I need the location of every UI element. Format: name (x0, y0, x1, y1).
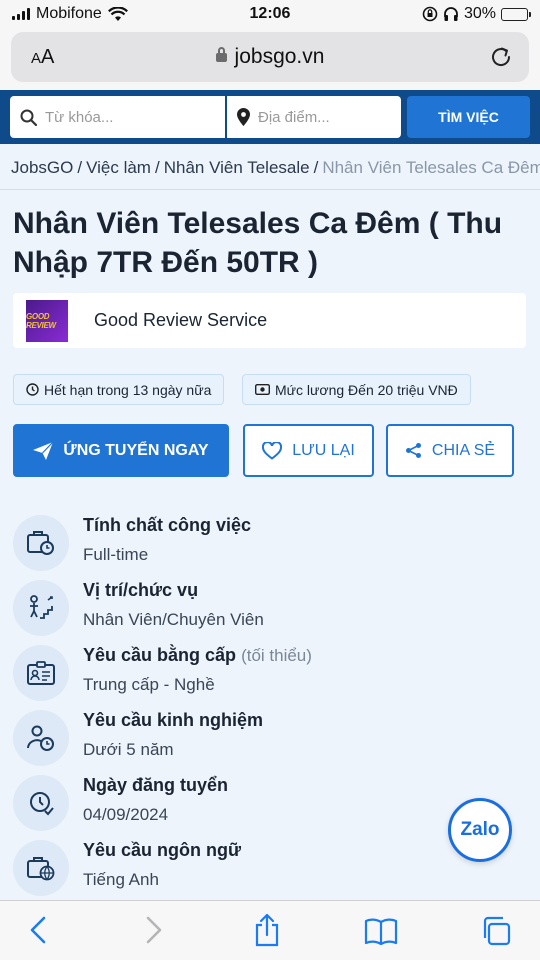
detail-label: Yêu cầu ngôn ngữ (83, 840, 242, 860)
position-icon (13, 580, 69, 636)
address-bar[interactable]: AA jobsgo.vn (11, 32, 529, 82)
browser-toolbar (0, 900, 540, 960)
send-icon (33, 441, 54, 460)
detail-value: Full-time (83, 545, 149, 564)
breadcrumb-category[interactable]: Nhân Viên Telesale (164, 158, 310, 177)
salary-text: Mức lương Đến 20 triệu VNĐ (275, 381, 458, 398)
lock-icon (215, 47, 227, 62)
detail-posted-date: Ngày đăng tuyển 04/09/2024 (13, 775, 493, 835)
deadline-badge: Hết hạn trong 13 ngày nữa (13, 374, 225, 405)
url-text: jobsgo.vn (234, 45, 325, 68)
language-icon (13, 840, 69, 896)
zalo-chat-button[interactable]: Zalo (448, 798, 512, 862)
detail-label: Tính chất công việc (83, 515, 252, 535)
location-placeholder: Địa điểm... (258, 108, 330, 126)
share-sheet-icon[interactable] (253, 913, 281, 947)
detail-value: 04/09/2024 (83, 805, 169, 824)
heart-icon (262, 441, 283, 460)
keyword-placeholder: Từ khóa... (45, 108, 114, 126)
share-icon (405, 443, 421, 458)
share-label: CHIA SẺ (431, 441, 496, 459)
breadcrumb-jobs[interactable]: Việc làm (86, 158, 151, 177)
calendar-icon (13, 775, 69, 831)
detail-label: Ngày đăng tuyển (83, 775, 229, 795)
keyword-input[interactable]: Từ khóa... (10, 96, 225, 138)
battery-icon (501, 7, 531, 21)
clock-icon (26, 383, 39, 396)
degree-icon (13, 645, 69, 701)
money-icon (255, 384, 270, 395)
save-label: LƯU LẠI (292, 441, 355, 459)
company-logo[interactable]: GOOD REVIEW (26, 299, 68, 342)
back-icon[interactable] (28, 915, 48, 945)
salary-badge: Mức lương Đến 20 triệu VNĐ (242, 374, 471, 405)
forward-icon[interactable] (144, 915, 164, 945)
detail-label: Yêu cầu bằng cấp (tối thiểu) (83, 645, 312, 665)
status-right: 30% (422, 5, 531, 23)
detail-label: Yêu cầu kinh nghiệm (83, 710, 264, 730)
detail-job-type: Tính chất công việc Full-time (13, 515, 493, 575)
apply-now-button[interactable]: ỨNG TUYỂN NGAY (13, 424, 229, 477)
bookmarks-icon[interactable] (364, 917, 398, 945)
save-job-button[interactable]: LƯU LẠI (243, 424, 374, 477)
detail-position: Vị trí/chức vụ Nhân Viên/Chuyên Viên (13, 580, 493, 640)
tabs-icon[interactable] (480, 915, 512, 947)
location-pin-icon (237, 108, 250, 126)
status-bar: Mobifone 12:06 30% (0, 0, 540, 30)
location-input[interactable]: Địa điểm... (227, 96, 401, 138)
browser-bar: AA jobsgo.vn (0, 30, 540, 90)
url-display[interactable]: jobsgo.vn (11, 45, 529, 69)
job-title: Nhân Viên Telesales Ca Đêm ( Thu Nhập 7T… (13, 207, 503, 279)
apply-label: ỨNG TUYỂN NGAY (63, 441, 209, 459)
detail-value: Tiếng Anh (83, 870, 159, 889)
detail-experience: Yêu cầu kinh nghiệm Dưới 5 năm (13, 710, 493, 770)
find-job-button[interactable]: TÌM VIỆC (407, 96, 530, 138)
deadline-text: Hết hạn trong 13 ngày nữa (44, 381, 212, 398)
job-type-icon (13, 515, 69, 571)
detail-value: Trung cấp - Nghề (83, 675, 215, 694)
detail-degree: Yêu cầu bằng cấp (tối thiểu) Trung cấp -… (13, 645, 493, 705)
headphones-icon (444, 7, 458, 21)
detail-value: Nhân Viên/Chuyên Viên (83, 610, 264, 629)
search-header: Từ khóa... Địa điểm... TÌM VIỆC (0, 90, 540, 144)
breadcrumb-current: Nhân Viên Telesales Ca Đêm (322, 158, 540, 177)
experience-icon (13, 710, 69, 766)
breadcrumb-home[interactable]: JobsGO (11, 158, 73, 177)
battery-percent: 30% (463, 5, 496, 22)
company-name[interactable]: Good Review Service (94, 310, 267, 331)
reload-icon[interactable] (489, 45, 513, 69)
orientation-lock-icon (422, 6, 438, 22)
detail-label: Vị trí/chức vụ (83, 580, 199, 600)
detail-value: Dưới 5 năm (83, 740, 174, 759)
detail-language: Yêu cầu ngôn ngữ Tiếng Anh (13, 840, 493, 900)
breadcrumb: JobsGO / Việc làm / Nhân Viên Telesale / Nhân … (0, 144, 540, 190)
share-button[interactable]: CHIA SẺ (386, 424, 514, 477)
search-icon (20, 109, 37, 126)
company-card[interactable]: GOOD REVIEW Good Review Service (13, 293, 526, 348)
